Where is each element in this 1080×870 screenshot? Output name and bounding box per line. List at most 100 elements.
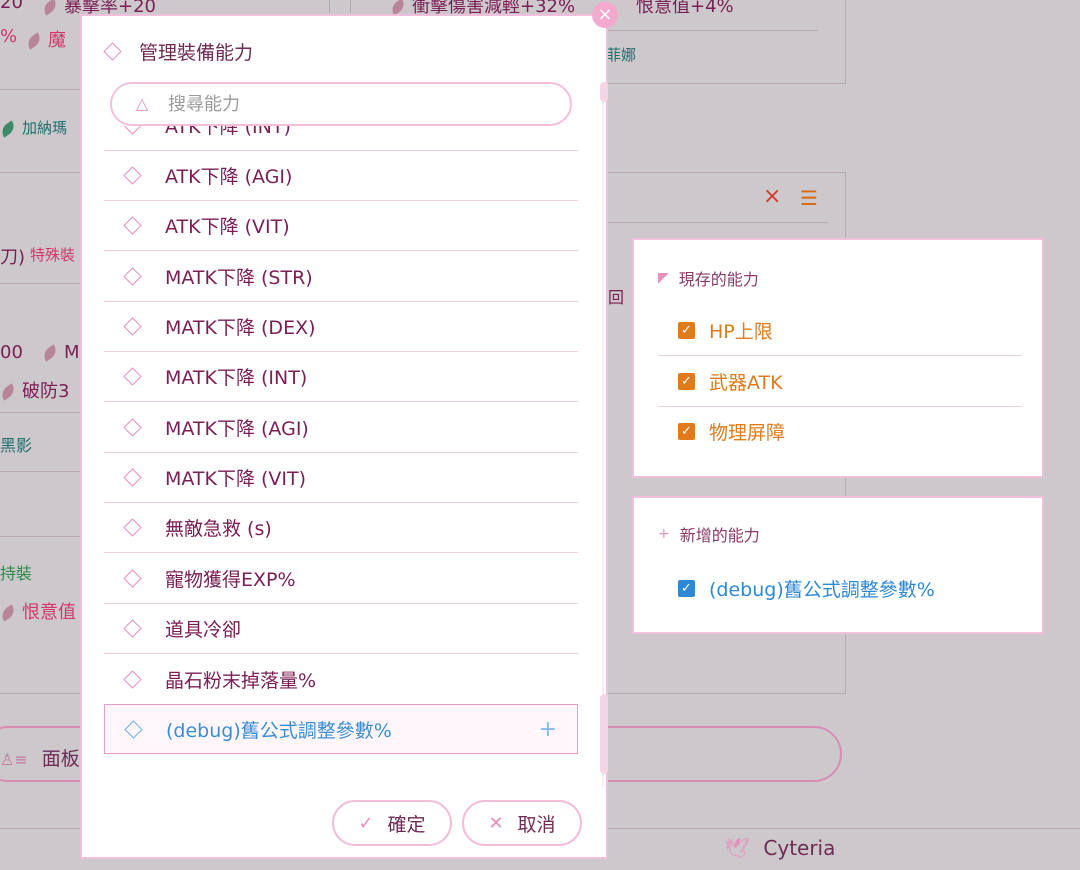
existing-ability-label: 物理屏障 xyxy=(709,421,786,444)
list-item-label: MATK下降 (DEX) xyxy=(165,316,316,339)
modal-close-icon[interactable]: × xyxy=(592,2,618,28)
modal-title: 管理裝備能力 xyxy=(139,42,254,64)
added-ability-label: (debug)舊公式調整參數% xyxy=(709,578,935,601)
diamond-icon xyxy=(123,126,142,135)
list-item[interactable]: ATK下降 (INT) xyxy=(104,126,578,151)
shapes-search-icon: △ xyxy=(135,94,149,113)
scroll-thumb[interactable] xyxy=(600,694,608,774)
diamond-icon xyxy=(123,316,142,336)
modal-header: 管理裝備能力 xyxy=(103,38,254,65)
manage-abilities-modal: 管理裝備能力 △ ATK下降 (INT) ATK下降 (AGI) ATK下降 (… xyxy=(80,14,608,859)
diamond-icon xyxy=(123,568,142,588)
bg-text: 持裝 xyxy=(0,564,33,583)
list-item-label: ATK下降 (INT) xyxy=(165,126,291,138)
added-abilities-title: + 新增的能力 xyxy=(658,526,760,545)
close-icon: × xyxy=(763,184,782,209)
list-item[interactable]: MATK下降 (DEX) xyxy=(104,301,578,352)
diamond-icon xyxy=(123,467,142,487)
bg-text: 特殊裝 xyxy=(30,246,76,264)
leaf-icon xyxy=(24,32,44,50)
list-item[interactable]: MATK下降 (AGI) xyxy=(104,402,578,453)
list-item[interactable]: MATK下降 (INT) xyxy=(104,351,578,402)
bg-text: 菲娜 xyxy=(606,46,637,64)
bg-text: 00 xyxy=(0,342,23,363)
scroll-track xyxy=(602,82,604,787)
checkbox-checked-icon[interactable]: ✓ xyxy=(678,579,695,597)
list-item-label: ATK下降 (VIT) xyxy=(165,215,290,238)
search-input[interactable] xyxy=(166,92,550,116)
checkbox-checked-icon[interactable]: ✓ xyxy=(678,422,695,440)
list-item[interactable]: 無敵急救 (s) xyxy=(104,502,578,553)
bg-text: 破防3 xyxy=(0,377,69,403)
diamond-icon xyxy=(124,719,143,739)
existing-abilities-title: ◤ 現存的能力 xyxy=(658,270,759,289)
list-item[interactable]: 道具冷卻 xyxy=(104,603,578,654)
diamond-icon xyxy=(123,417,142,437)
list-item-label: (debug)舊公式調整參數% xyxy=(166,719,392,742)
bg-divider xyxy=(0,536,80,537)
existing-ability-row[interactable]: ✓ HP上限 xyxy=(658,305,1022,356)
search-box[interactable]: △ xyxy=(110,82,572,126)
location-arrow-icon: ◤ xyxy=(658,270,669,286)
list-item[interactable]: MATK下降 (VIT) xyxy=(104,452,578,503)
scroll-thumb-top xyxy=(600,82,608,102)
list-item[interactable]: ATK下降 (VIT) xyxy=(104,200,578,251)
existing-ability-row[interactable]: ✓ 物理屏障 xyxy=(658,406,1022,456)
twitter-bird-icon: 🕊 xyxy=(724,836,750,860)
bg-divider xyxy=(608,30,818,31)
list-item[interactable]: ATK下降 (AGI) xyxy=(104,150,578,201)
diamond-icon xyxy=(103,42,122,61)
list-item-label: ATK下降 (AGI) xyxy=(165,165,293,188)
list-item-label: 無敵急救 (s) xyxy=(165,517,272,540)
bg-text: 20 xyxy=(0,0,23,13)
leaf-icon xyxy=(40,344,60,362)
diamond-icon xyxy=(123,266,142,286)
footer-author[interactable]: 🕊 Cyteria xyxy=(724,836,835,860)
existing-ability-row[interactable]: ✓ 武器ATK xyxy=(658,356,1022,407)
bg-text: 加納瑪 xyxy=(0,117,67,138)
list-item-label: MATK下降 (STR) xyxy=(165,266,313,289)
bg-text: 恨意值 xyxy=(0,598,76,624)
bg-divider xyxy=(608,222,828,223)
bg-divider xyxy=(0,412,80,413)
list-item[interactable]: MATK下降 (STR) xyxy=(104,251,578,302)
diamond-icon xyxy=(123,618,142,638)
cancel-label: 取消 xyxy=(517,813,556,836)
existing-ability-label: HP上限 xyxy=(709,320,773,343)
diamond-icon xyxy=(123,669,142,689)
diamond-icon xyxy=(123,517,142,537)
ability-list: ATK下降 (INT) ATK下降 (AGI) ATK下降 (VIT) MATK… xyxy=(104,126,580,776)
x-icon: ✕ xyxy=(488,812,504,834)
check-icon: ✓ xyxy=(358,812,374,834)
confirm-button[interactable]: ✓ 確定 xyxy=(332,800,452,846)
cancel-button[interactable]: ✕ 取消 xyxy=(462,800,582,846)
list-item-selected[interactable]: (debug)舊公式調整參數% + xyxy=(104,704,578,754)
list-item[interactable]: 晶石粉末掉落量% xyxy=(104,654,578,705)
bg-text: 恨意值+4% xyxy=(636,0,734,17)
list-item[interactable]: 寵物獲得EXP% xyxy=(104,553,578,604)
diamond-icon xyxy=(123,215,142,235)
existing-abilities-panel: ◤ 現存的能力 ✓ HP上限 ✓ 武器ATK ✓ 物理屏障 xyxy=(632,238,1044,478)
bg-divider xyxy=(0,471,80,472)
bg-divider xyxy=(0,283,80,284)
checkbox-checked-icon[interactable]: ✓ xyxy=(678,321,695,339)
list-scrollbar[interactable] xyxy=(600,82,608,787)
added-abilities-panel: + 新增的能力 ✓ (debug)舊公式調整參數% xyxy=(632,496,1044,634)
bg-text: 刀) xyxy=(0,247,26,268)
confirm-label: 確定 xyxy=(387,813,426,836)
add-icon[interactable]: + xyxy=(539,717,557,742)
list-item-label: MATK下降 (VIT) xyxy=(165,467,307,490)
bg-text: % xyxy=(0,26,18,47)
list-item-label: 寵物獲得EXP% xyxy=(165,568,296,591)
list-item-label: MATK下降 (INT) xyxy=(165,366,308,389)
leaf-icon xyxy=(0,119,18,138)
checkbox-checked-icon[interactable]: ✓ xyxy=(678,372,695,390)
added-ability-row[interactable]: ✓ (debug)舊公式調整參數% xyxy=(658,563,1022,613)
bg-text: M xyxy=(40,342,80,363)
bg-text: 黑影 xyxy=(0,436,33,455)
list-item-label: MATK下降 (AGI) xyxy=(165,417,309,440)
author-name: Cyteria xyxy=(763,836,836,860)
leaf-icon xyxy=(0,383,18,401)
list-item-label: 晶石粉末掉落量% xyxy=(165,669,317,692)
leaf-icon xyxy=(0,604,18,622)
